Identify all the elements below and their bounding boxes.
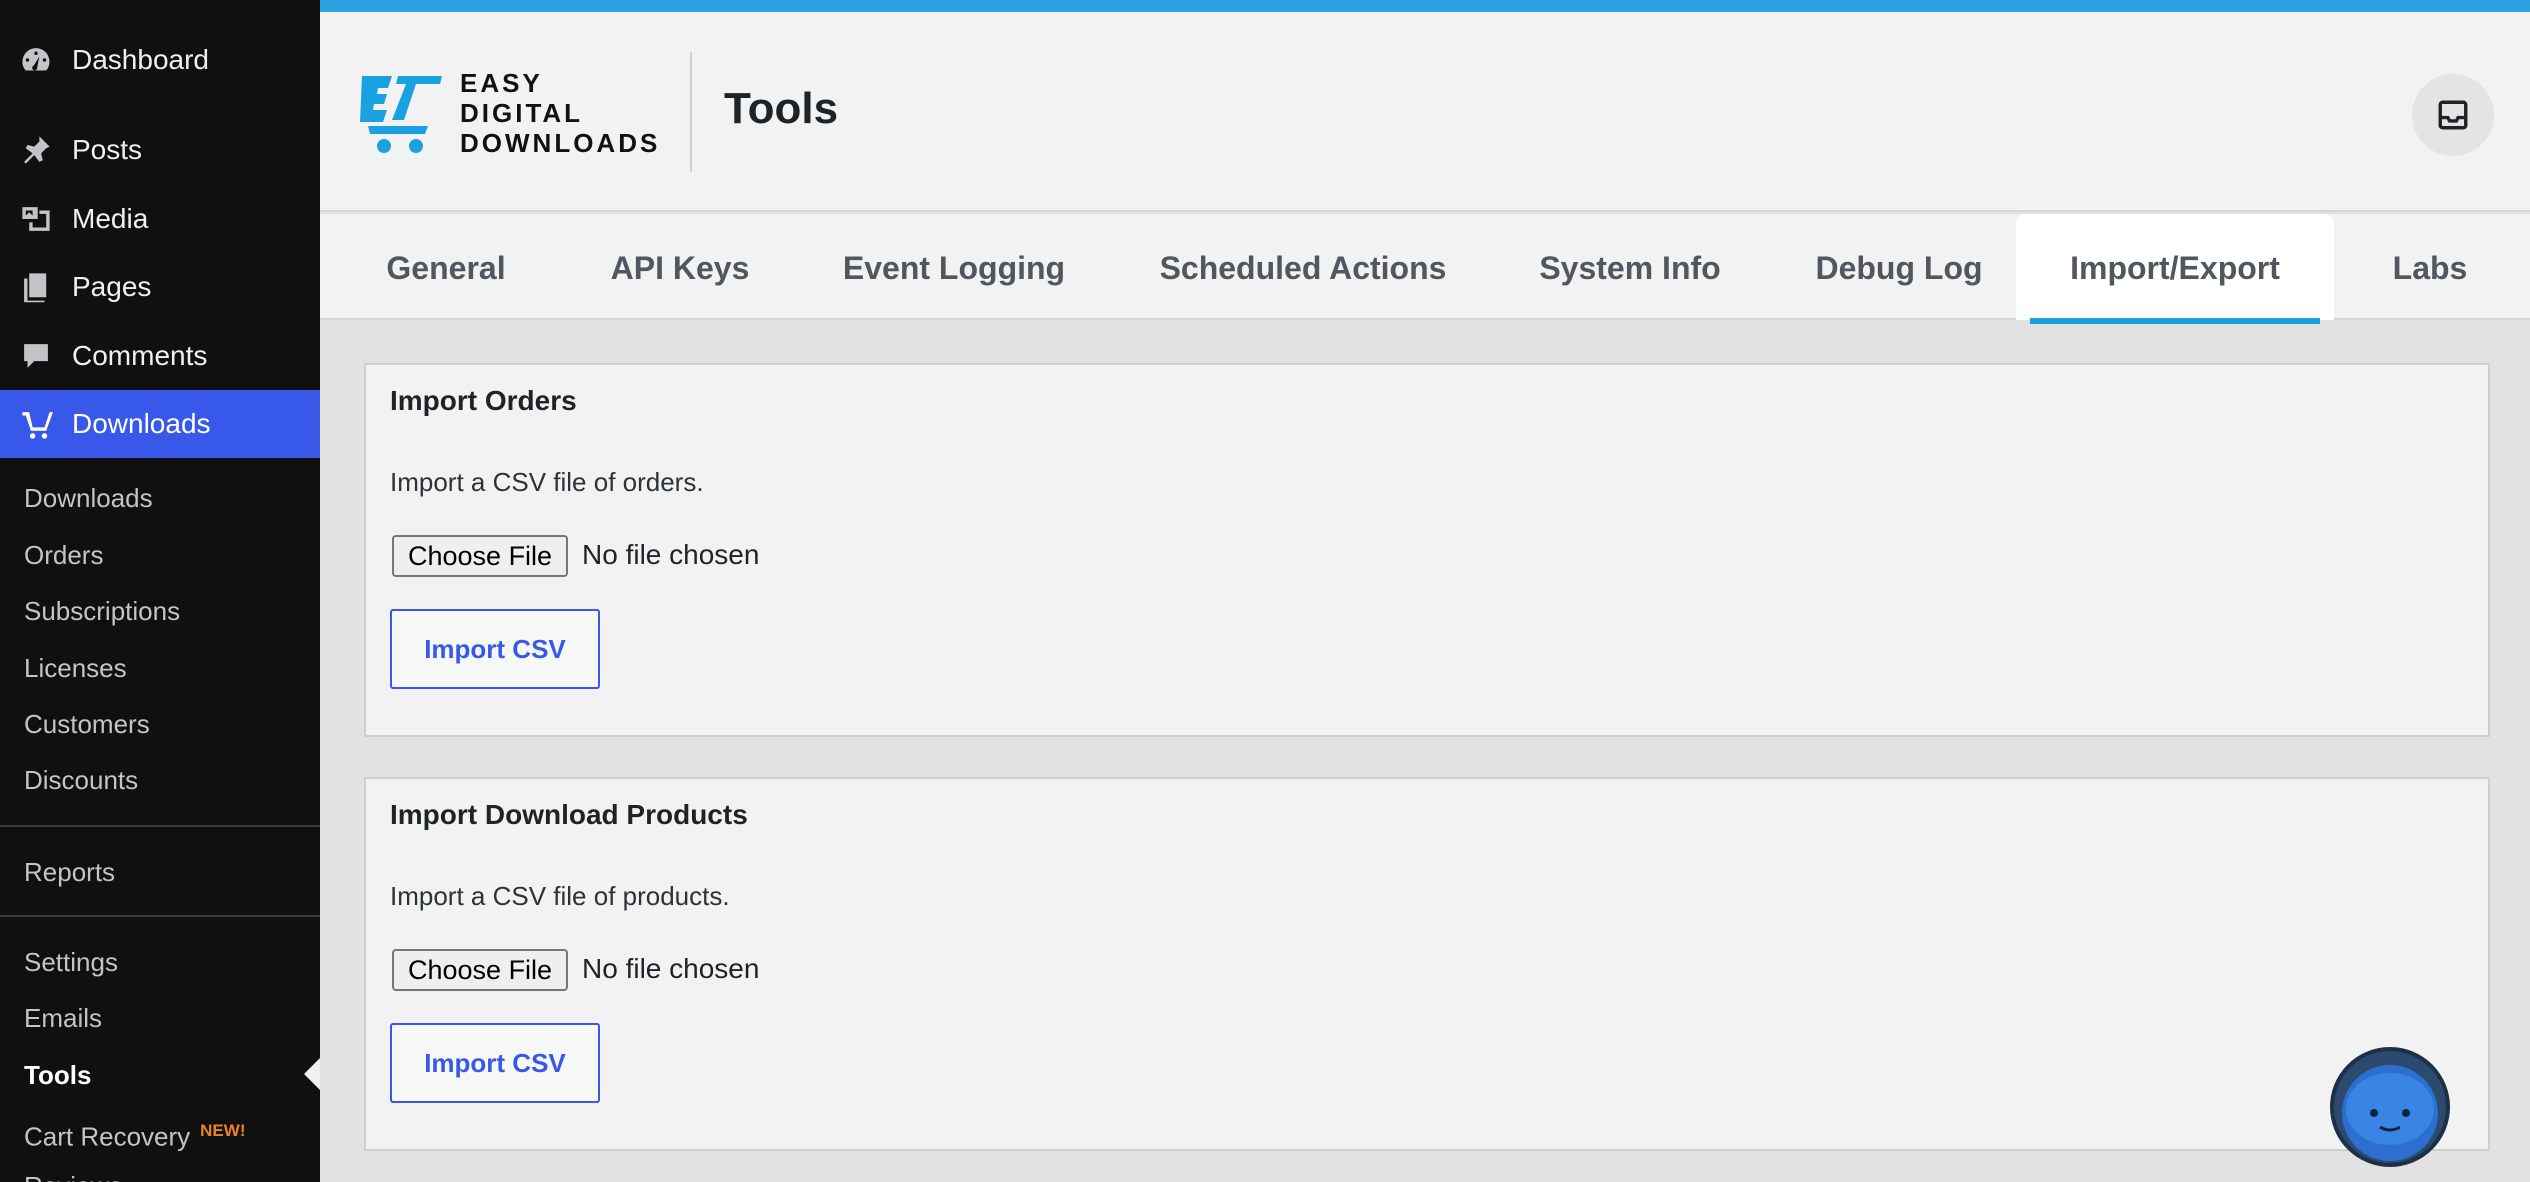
- inbox-button[interactable]: [2412, 74, 2494, 156]
- submenu-item-reviews[interactable]: Reviews: [24, 1166, 122, 1182]
- tools-tab-bar: General API Keys Event Logging Scheduled…: [320, 214, 2530, 324]
- pushpin-icon: [0, 133, 72, 167]
- menu-item-dashboard[interactable]: Dashboard: [0, 26, 320, 94]
- file-status: No file chosen: [582, 539, 760, 570]
- choose-file-button[interactable]: Choose File: [392, 535, 569, 577]
- page-title: Tools: [724, 84, 839, 133]
- submenu-item-downloads[interactable]: Downloads: [24, 478, 153, 518]
- new-badge: NEW!: [200, 1121, 246, 1140]
- menu-item-comments[interactable]: Comments: [0, 322, 320, 390]
- brand-line: EASY: [460, 68, 543, 98]
- tab-api-keys[interactable]: API Keys: [600, 214, 760, 320]
- admin-sidebar: Dashboard Posts Media Pages Comments Dow…: [0, 0, 320, 1182]
- submenu-item-cart-recovery[interactable]: Cart Recovery NEW!: [24, 1111, 246, 1152]
- submenu-item-customers[interactable]: Customers: [24, 704, 150, 744]
- edd-logo-icon: [360, 76, 442, 153]
- submenu-item-subscriptions[interactable]: Subscriptions: [24, 591, 180, 631]
- brand-wordmark: EASY DIGITAL DOWNLOADS: [460, 68, 660, 158]
- import-csv-button[interactable]: Import CSV: [390, 1023, 600, 1103]
- submenu-item-settings[interactable]: Settings: [24, 942, 118, 982]
- inbox-icon: [2438, 100, 2468, 130]
- menu-label: Pages: [72, 271, 152, 302]
- menu-label: Dashboard: [72, 44, 209, 75]
- import-csv-button[interactable]: Import CSV: [390, 609, 600, 689]
- submenu-separator: [0, 915, 320, 917]
- accent-top-bar: [320, 0, 2530, 12]
- tab-import-export[interactable]: Import/Export: [2016, 214, 2334, 324]
- menu-item-media[interactable]: Media: [0, 185, 320, 253]
- menu-label: Media: [72, 203, 149, 234]
- page-header: EASY DIGITAL DOWNLOADS Tools: [320, 12, 2530, 212]
- panel-title: Import Orders: [390, 385, 577, 416]
- submenu-separator: [0, 825, 320, 827]
- tab-event-logging[interactable]: Event Logging: [834, 214, 1074, 320]
- submenu-item-emails[interactable]: Emails: [24, 998, 102, 1038]
- tab-scheduled-actions[interactable]: Scheduled Actions: [1148, 214, 1458, 320]
- import-products-panel: Import Download Products Import a CSV fi…: [364, 777, 2490, 1151]
- submenu-item-discounts[interactable]: Discounts: [24, 760, 138, 800]
- panel-description: Import a CSV file of products.: [390, 881, 730, 911]
- comment-icon: [0, 339, 72, 373]
- current-page-indicator: [304, 1058, 320, 1090]
- import-orders-panel: Import Orders Import a CSV file of order…: [364, 363, 2490, 737]
- menu-item-downloads[interactable]: Downloads: [0, 390, 320, 458]
- menu-label: Downloads: [72, 408, 211, 439]
- help-beacon-button[interactable]: [2330, 1047, 2450, 1167]
- submenu-item-orders[interactable]: Orders: [24, 535, 103, 575]
- file-status: No file chosen: [582, 953, 760, 984]
- dashboard-icon: [0, 43, 72, 77]
- submenu-item-tools[interactable]: Tools: [24, 1055, 91, 1095]
- edd-logo-icon: [0, 407, 72, 441]
- pages-icon: [0, 270, 72, 304]
- choose-file-button[interactable]: Choose File: [392, 949, 569, 991]
- panel-title: Import Download Products: [390, 799, 748, 830]
- brand-line: DIGITAL: [460, 98, 584, 128]
- submenu-label: Cart Recovery: [24, 1121, 191, 1152]
- tab-labs[interactable]: Labs: [2360, 214, 2500, 320]
- menu-item-posts[interactable]: Posts: [0, 116, 320, 184]
- menu-label: Posts: [72, 134, 143, 165]
- header-divider: [690, 52, 692, 172]
- tab-debug-log[interactable]: Debug Log: [1804, 214, 1994, 320]
- submenu-item-licenses[interactable]: Licenses: [24, 648, 127, 688]
- tab-general[interactable]: General: [376, 214, 516, 320]
- menu-item-pages[interactable]: Pages: [0, 253, 320, 321]
- tab-system-info[interactable]: System Info: [1530, 214, 1730, 320]
- media-icon: [0, 202, 72, 236]
- panel-description: Import a CSV file of orders.: [390, 467, 704, 497]
- submenu-item-reports[interactable]: Reports: [24, 852, 115, 892]
- brand-line: DOWNLOADS: [460, 128, 661, 158]
- menu-label: Comments: [72, 340, 208, 371]
- mascot-icon: [2342, 1065, 2438, 1161]
